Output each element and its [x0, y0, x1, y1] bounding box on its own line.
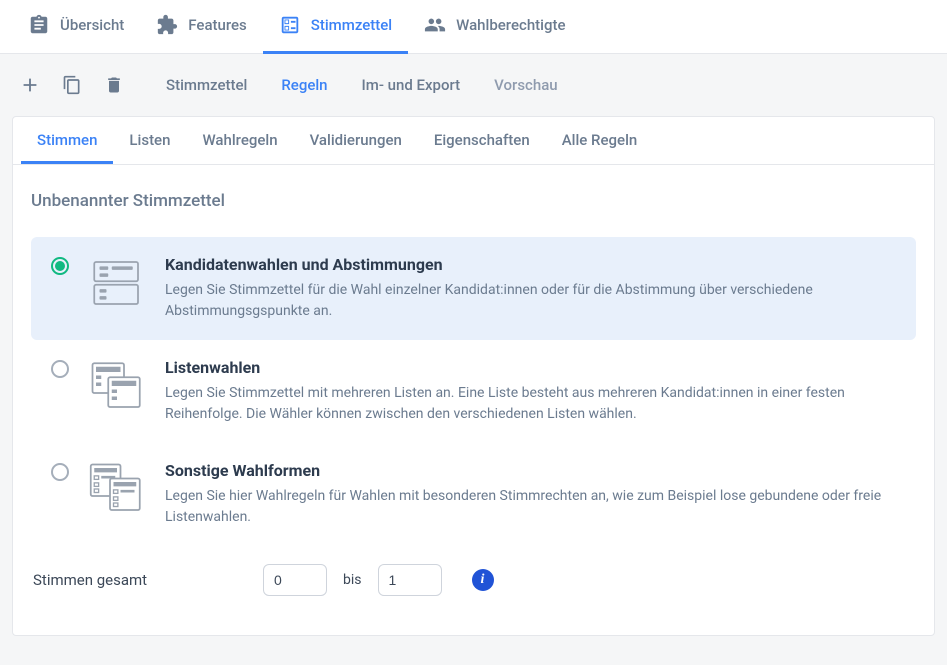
tab-properties[interactable]: Eigenschaften — [418, 117, 546, 164]
total-votes-row: Stimmen gesamt bis i — [31, 558, 916, 602]
total-to-input[interactable] — [378, 564, 442, 596]
page-title: Unbenannter Stimmzettel — [31, 191, 916, 211]
option-icon-list — [87, 358, 147, 414]
action-import-export[interactable]: Im- und Export — [348, 68, 475, 102]
option-icon-other — [87, 461, 147, 517]
radio-icon — [51, 360, 69, 378]
tab-rules[interactable]: Wahlregeln — [186, 117, 293, 164]
action-preview[interactable]: Vorschau — [480, 68, 571, 102]
option-desc: Legen Sie Stimmzettel mit mehreren Liste… — [165, 383, 896, 425]
ballot-icon — [279, 14, 301, 36]
trash-icon — [104, 75, 124, 95]
option-body: Listenwahlen Legen Sie Stimmzettel mit m… — [165, 358, 896, 425]
nav-ballots-label: Stimmzettel — [311, 16, 392, 34]
clipboard-icon — [28, 14, 50, 36]
option-title: Kandidatenwahlen und Abstimmungen — [165, 255, 896, 274]
plus-icon — [19, 74, 41, 96]
tab-validations[interactable]: Validierungen — [294, 117, 418, 164]
nav-overview[interactable]: Übersicht — [12, 0, 140, 54]
options-group: Kandidatenwahlen und Abstimmungen Legen … — [31, 237, 916, 546]
total-votes-label: Stimmen gesamt — [33, 571, 251, 589]
inner-tabs: Stimmen Listen Wahlregeln Validierungen … — [13, 117, 934, 165]
nav-eligible-label: Wahlberechtigte — [456, 16, 565, 34]
radio-selected-icon — [51, 257, 69, 275]
option-desc: Legen Sie Stimmzettel für die Wahl einze… — [165, 280, 896, 322]
action-rules[interactable]: Regeln — [267, 68, 341, 102]
ballot-lists-icon — [89, 358, 145, 414]
nav-eligible[interactable]: Wahlberechtigte — [408, 0, 581, 54]
people-icon — [424, 14, 446, 36]
tab-all-rules[interactable]: Alle Regeln — [546, 117, 654, 164]
tab-votes[interactable]: Stimmen — [21, 117, 113, 164]
nav-features[interactable]: Features — [140, 0, 262, 54]
copy-button[interactable] — [54, 67, 90, 103]
delete-button[interactable] — [96, 67, 132, 103]
option-desc: Legen Sie hier Wahlregeln für Wahlen mit… — [165, 486, 896, 528]
copy-icon — [62, 75, 82, 95]
ballot-multi-icon — [89, 461, 145, 517]
action-ballots[interactable]: Stimmzettel — [152, 68, 261, 102]
nav-overview-label: Übersicht — [60, 16, 124, 34]
total-from-input[interactable] — [263, 564, 327, 596]
ballot-single-icon — [89, 255, 145, 311]
nav-features-label: Features — [188, 16, 246, 34]
option-icon-candidate — [87, 255, 147, 311]
top-nav: Übersicht Features Stimmzettel Wahlberec… — [0, 0, 947, 54]
content-area: Unbenannter Stimmzettel Kan — [13, 165, 934, 620]
option-body: Sonstige Wahlformen Legen Sie hier Wahlr… — [165, 461, 896, 528]
radio-icon — [51, 463, 69, 481]
total-between-label: bis — [339, 572, 366, 588]
tab-lists[interactable]: Listen — [113, 117, 186, 164]
option-other-forms[interactable]: Sonstige Wahlformen Legen Sie hier Wahlr… — [31, 443, 916, 546]
option-candidate-elections[interactable]: Kandidatenwahlen und Abstimmungen Legen … — [31, 237, 916, 340]
action-bar: Stimmzettel Regeln Im- und Export Vorsch… — [0, 54, 947, 116]
add-button[interactable] — [12, 67, 48, 103]
option-title: Sonstige Wahlformen — [165, 461, 896, 480]
option-list-elections[interactable]: Listenwahlen Legen Sie Stimmzettel mit m… — [31, 340, 916, 443]
puzzle-icon — [156, 14, 178, 36]
card: Stimmen Listen Wahlregeln Validierungen … — [12, 116, 935, 636]
option-body: Kandidatenwahlen und Abstimmungen Legen … — [165, 255, 896, 322]
option-title: Listenwahlen — [165, 358, 896, 377]
info-icon[interactable]: i — [472, 569, 494, 591]
nav-ballots[interactable]: Stimmzettel — [263, 0, 408, 54]
